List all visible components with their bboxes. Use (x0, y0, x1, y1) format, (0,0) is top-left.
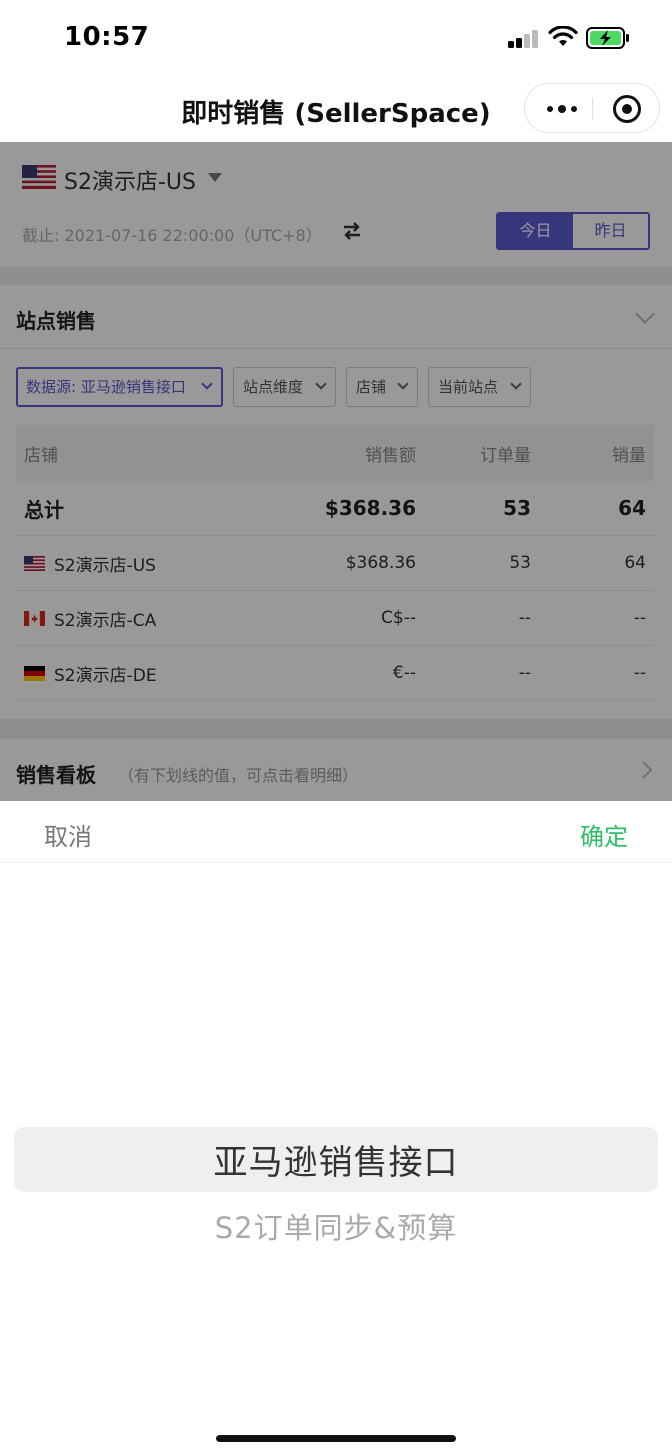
cellular-signal-icon (508, 30, 540, 48)
battery-charging-icon (586, 27, 629, 49)
picker-header: 取消 确定 (0, 801, 672, 863)
home-indicator (216, 1435, 456, 1442)
cancel-button[interactable]: 取消 (44, 817, 92, 852)
status-time: 10:57 (64, 22, 150, 52)
wifi-icon (548, 26, 578, 46)
data-source-picker: 取消 确定 亚马逊销售接口 S2订单同步&预算 (0, 801, 672, 1456)
modal-overlay[interactable] (0, 142, 672, 801)
close-mini-program-icon[interactable] (613, 95, 641, 123)
picker-option[interactable]: S2订单同步&预算 (0, 1205, 672, 1247)
mini-program-capsule (524, 83, 660, 133)
nav-bar: 即时销售 (SellerSpace) (0, 78, 672, 142)
capsule-divider (592, 98, 593, 120)
more-icon[interactable] (545, 84, 579, 134)
picker-option-selected[interactable]: 亚马逊销售接口 (0, 1135, 672, 1184)
page-background: S2演示店-US 截止: 2021-07-16 22:00:00（UTC+8） … (0, 142, 672, 801)
status-bar: 10:57 (0, 0, 672, 78)
confirm-button[interactable]: 确定 (580, 817, 628, 852)
